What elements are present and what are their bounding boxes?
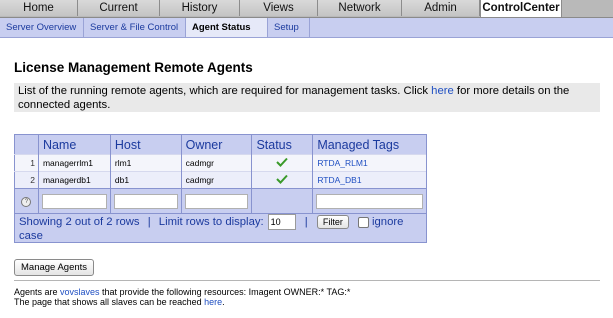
page-title: License Management Remote Agents bbox=[14, 60, 253, 75]
filter-tags-cell bbox=[312, 188, 427, 214]
footer-text: Agents are bbox=[14, 287, 61, 297]
footer-line-slaves: The page that shows all slaves can be re… bbox=[14, 297, 225, 308]
row-number: 2 bbox=[14, 171, 39, 189]
cell-managed-tag[interactable]: RTDA_RLM1 bbox=[312, 154, 427, 172]
limit-rows-input[interactable]: 10 bbox=[267, 214, 296, 230]
filter-host-input[interactable] bbox=[113, 193, 178, 209]
table-header-row: Name Host Owner Status Managed Tags bbox=[14, 134, 427, 155]
header-owner[interactable]: Owner bbox=[181, 134, 253, 155]
row-number: 1 bbox=[14, 154, 39, 172]
filter-button[interactable]: Filter bbox=[316, 215, 349, 229]
filter-owner-cell bbox=[181, 188, 253, 214]
agents-table: Name Host Owner Status Managed Tags 1 ma… bbox=[14, 134, 427, 243]
header-status[interactable]: Status bbox=[251, 134, 314, 155]
header-managed-tags[interactable]: Managed Tags bbox=[312, 134, 427, 155]
filter-owner-input[interactable] bbox=[184, 193, 249, 209]
description-text: List of the running remote agents, which… bbox=[18, 85, 432, 97]
sub-nav: Server Overview Server & File Control Ag… bbox=[0, 18, 613, 38]
footer-text-end: that provide the following resources: Im… bbox=[99, 287, 351, 297]
filter-row: ? bbox=[14, 188, 427, 214]
tab-views[interactable]: Views bbox=[240, 0, 318, 16]
filter-host-cell bbox=[110, 188, 182, 214]
table-row: 2 managerdb1 db1 cadmgr RTDA_DB1 bbox=[14, 171, 427, 189]
help-icon[interactable]: ? bbox=[21, 197, 32, 207]
manage-agents-button[interactable]: Manage Agents bbox=[14, 259, 95, 276]
tab-current[interactable]: Current bbox=[78, 0, 160, 16]
cell-owner: cadmgr bbox=[181, 154, 253, 172]
tab-admin[interactable]: Admin bbox=[402, 0, 480, 16]
header-index bbox=[14, 134, 39, 155]
details-link[interactable]: here bbox=[431, 85, 454, 97]
header-host[interactable]: Host bbox=[110, 134, 182, 155]
filter-status-cell bbox=[251, 188, 314, 214]
cell-host: rlm1 bbox=[110, 154, 182, 172]
divider bbox=[14, 280, 600, 281]
page-description: List of the running remote agents, which… bbox=[14, 83, 600, 112]
subnav-agent-status[interactable]: Agent Status bbox=[186, 18, 268, 37]
vovslaves-link[interactable]: vovslaves bbox=[60, 287, 100, 297]
cell-host: db1 bbox=[110, 171, 182, 189]
cell-status bbox=[251, 154, 314, 172]
all-slaves-link[interactable]: here bbox=[204, 297, 222, 307]
main-tab-bar: Home Current History Views Network Admin… bbox=[0, 0, 613, 18]
limit-label: Limit rows to display: bbox=[158, 215, 264, 228]
filter-name-input[interactable] bbox=[41, 193, 107, 209]
tab-history[interactable]: History bbox=[160, 0, 240, 16]
tab-network[interactable]: Network bbox=[318, 0, 402, 16]
cell-name: managerrlm1 bbox=[38, 154, 111, 172]
subnav-server-file-control[interactable]: Server & File Control bbox=[84, 18, 186, 37]
footer-text: The page that shows all slaves can be re… bbox=[14, 297, 205, 307]
separator: | bbox=[304, 215, 308, 228]
table-row: 1 managerrlm1 rlm1 cadmgr RTDA_RLM1 bbox=[14, 154, 427, 172]
check-icon bbox=[276, 174, 289, 184]
subnav-server-overview[interactable]: Server Overview bbox=[0, 18, 84, 37]
tab-controlcenter[interactable]: ControlCenter bbox=[480, 0, 562, 17]
filter-name-cell bbox=[38, 188, 111, 214]
tab-home[interactable]: Home bbox=[0, 0, 78, 16]
table-footer: Showing 2 out of 2 rows | Limit rows to … bbox=[14, 213, 427, 243]
filter-tags-input[interactable] bbox=[316, 193, 423, 209]
subnav-setup[interactable]: Setup bbox=[268, 18, 310, 37]
cell-managed-tag[interactable]: RTDA_DB1 bbox=[312, 171, 427, 189]
footer-text-end: . bbox=[222, 297, 225, 307]
header-name[interactable]: Name bbox=[38, 134, 111, 155]
ignore-case-checkbox[interactable] bbox=[358, 216, 369, 228]
filter-help-cell: ? bbox=[14, 188, 39, 214]
table-footer-row: Showing 2 out of 2 rows | Limit rows to … bbox=[14, 213, 427, 243]
cell-owner: cadmgr bbox=[181, 171, 253, 189]
check-icon bbox=[276, 157, 289, 167]
cell-name: managerdb1 bbox=[38, 171, 111, 189]
row-count-text: Showing 2 out of 2 rows bbox=[19, 215, 140, 228]
cell-status bbox=[251, 171, 314, 189]
separator: | bbox=[147, 215, 151, 228]
